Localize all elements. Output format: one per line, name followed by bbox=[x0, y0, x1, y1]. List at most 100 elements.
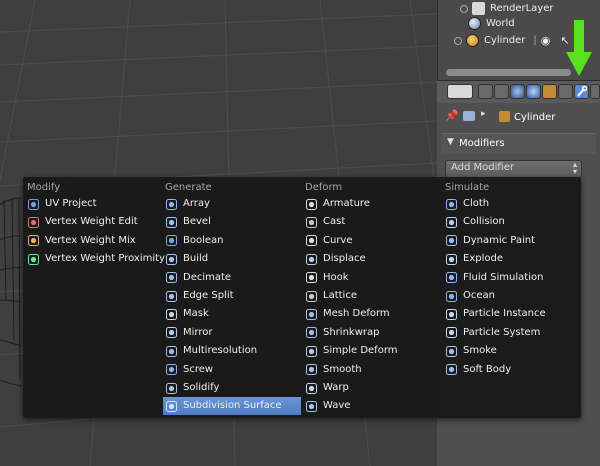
menu-item-boolean[interactable]: Boolean bbox=[163, 232, 301, 250]
menu-item-screw[interactable]: Screw bbox=[163, 361, 301, 379]
object-tab-icon[interactable] bbox=[542, 84, 557, 99]
outliner-item-label: World bbox=[486, 18, 515, 29]
menu-item-particle-system[interactable]: Particle System bbox=[443, 324, 579, 342]
menu-item-label: Boolean bbox=[183, 234, 224, 246]
menu-item-smoke[interactable]: Smoke bbox=[443, 342, 579, 360]
modifiers-panel-header[interactable]: ▼ Modifiers bbox=[441, 133, 596, 154]
menu-item-build[interactable]: Build bbox=[163, 250, 301, 268]
menu-item-simple-deform[interactable]: Simple Deform bbox=[303, 342, 441, 360]
menu-item-label: Armature bbox=[323, 198, 370, 209]
vertex-weight-proximity-icon bbox=[28, 253, 39, 265]
menu-item-dynamic-paint[interactable]: Dynamic Paint bbox=[443, 232, 579, 250]
warp-icon bbox=[306, 382, 317, 394]
menu-item-fluid-simulation[interactable]: Fluid Simulation bbox=[443, 269, 579, 287]
render-layers-tab-icon[interactable] bbox=[494, 84, 509, 99]
menu-item-explode[interactable]: Explode bbox=[443, 250, 579, 268]
pin-icon[interactable]: 📌 bbox=[445, 109, 459, 122]
menu-item-label: Particle System bbox=[463, 326, 541, 338]
menu-item-vertex-weight-edit[interactable]: Vertex Weight Edit bbox=[25, 213, 161, 231]
menu-item-collision[interactable]: Collision bbox=[443, 213, 579, 231]
menu-item-smooth[interactable]: Smooth bbox=[303, 361, 441, 379]
edge-split-icon bbox=[166, 290, 177, 302]
menu-item-label: Vertex Weight Proximity bbox=[45, 253, 165, 265]
menu-item-mirror[interactable]: Mirror bbox=[163, 324, 301, 342]
menu-item-displace[interactable]: Displace bbox=[303, 250, 441, 268]
menu-item-label: UV Project bbox=[45, 198, 97, 209]
menu-item-label: Displace bbox=[323, 253, 366, 265]
constraints-tab-icon[interactable] bbox=[558, 84, 573, 99]
menu-item-label: Bevel bbox=[183, 216, 211, 228]
menu-item-uv-project[interactable]: UV Project bbox=[25, 195, 161, 213]
menu-item-lattice[interactable]: Lattice bbox=[303, 287, 441, 305]
menu-item-label: Lattice bbox=[323, 290, 357, 301]
menu-item-label: Cast bbox=[323, 216, 346, 228]
menu-item-mask[interactable]: Mask bbox=[163, 305, 301, 323]
outliner-item-label: RenderLayer bbox=[490, 3, 554, 14]
menu-item-ocean[interactable]: Ocean bbox=[443, 287, 579, 305]
dropdown-arrows-icon: ▴ ▾ bbox=[572, 160, 577, 176]
smoke-icon bbox=[446, 345, 457, 357]
explode-icon bbox=[446, 253, 457, 265]
menu-item-edge-split[interactable]: Edge Split bbox=[163, 287, 301, 305]
array-icon bbox=[166, 198, 177, 210]
menu-item-label: Multiresolution bbox=[183, 345, 258, 357]
simple-deform-icon bbox=[306, 345, 317, 357]
outliner-item-cylinder[interactable]: Cylinder | ◉ ↖ bbox=[454, 32, 570, 49]
menu-item-label: Shrinkwrap bbox=[323, 326, 380, 338]
menu-item-mesh-deform[interactable]: Mesh Deform bbox=[303, 305, 441, 323]
collapse-icon: ▼ bbox=[447, 137, 454, 147]
modifiers-tab-icon[interactable] bbox=[574, 84, 589, 99]
smooth-icon bbox=[306, 364, 317, 376]
object-icon bbox=[466, 34, 479, 47]
data-tab-icon[interactable] bbox=[590, 84, 600, 99]
multiresolution-icon bbox=[166, 345, 177, 357]
expand-icon[interactable] bbox=[454, 36, 462, 45]
outliner-scrollbar[interactable] bbox=[446, 69, 571, 76]
eye-icon[interactable]: ◉ bbox=[541, 34, 551, 47]
menu-item-multiresolution[interactable]: Multiresolution bbox=[163, 342, 301, 360]
add-modifier-menu: Modify UV Project Vertex Weight Edit Vertex… bbox=[23, 177, 581, 418]
menu-item-soft-body[interactable]: Soft Body bbox=[443, 361, 579, 379]
boolean-icon bbox=[166, 235, 177, 247]
menu-item-cloth[interactable]: Cloth bbox=[443, 195, 579, 213]
menu-item-warp[interactable]: Warp bbox=[303, 379, 441, 397]
menu-item-array[interactable]: Array bbox=[163, 195, 301, 213]
menu-item-shrinkwrap[interactable]: Shrinkwrap bbox=[303, 324, 441, 342]
menu-item-bevel[interactable]: Bevel bbox=[163, 213, 301, 231]
menu-item-particle-instance[interactable]: Particle Instance bbox=[443, 305, 579, 323]
menu-item-hook[interactable]: Hook bbox=[303, 269, 441, 287]
menu-item-label: Fluid Simulation bbox=[463, 271, 544, 283]
expand-icon[interactable] bbox=[460, 4, 468, 13]
menu-item-curve[interactable]: Curve bbox=[303, 232, 441, 250]
menu-item-cast[interactable]: Cast bbox=[303, 213, 441, 231]
render-tab-icon[interactable] bbox=[478, 84, 493, 99]
menu-item-armature[interactable]: Armature bbox=[303, 195, 441, 213]
world-tab-icon[interactable] bbox=[526, 84, 541, 99]
scene-tab-icon[interactable] bbox=[510, 84, 525, 99]
menu-item-decimate[interactable]: Decimate bbox=[163, 269, 301, 287]
menu-item-label: Warp bbox=[323, 382, 349, 393]
object-data-icon bbox=[463, 111, 475, 121]
menu-heading-generate: Generate bbox=[165, 182, 212, 193]
separator-icon: | bbox=[533, 35, 537, 46]
editor-type-icon[interactable] bbox=[447, 84, 473, 99]
menu-item-vertex-weight-mix[interactable]: Vertex Weight Mix bbox=[25, 232, 161, 250]
soft-body-icon bbox=[446, 364, 457, 376]
mask-icon bbox=[166, 308, 177, 320]
menu-item-wave[interactable]: Wave bbox=[303, 397, 441, 415]
outliner-item-world[interactable]: World bbox=[468, 15, 515, 32]
world-icon bbox=[468, 17, 481, 30]
menu-item-subdivision-surface[interactable]: Subdivision Surface bbox=[163, 397, 301, 416]
curve-icon bbox=[306, 235, 317, 247]
shrinkwrap-icon bbox=[306, 327, 317, 339]
menu-item-label: Vertex Weight Mix bbox=[45, 234, 136, 246]
menu-item-vertex-weight-proximity[interactable]: Vertex Weight Proximity bbox=[25, 250, 165, 268]
context-object-label: Cylinder bbox=[514, 112, 556, 123]
add-modifier-dropdown[interactable]: Add Modifier ▴ ▾ bbox=[445, 160, 582, 178]
screw-icon bbox=[166, 364, 177, 376]
mirror-icon bbox=[166, 327, 177, 339]
wave-icon bbox=[306, 400, 317, 412]
render-layer-icon bbox=[472, 2, 485, 15]
menu-item-label: Simple Deform bbox=[323, 345, 398, 357]
menu-item-solidify[interactable]: Solidify bbox=[163, 379, 301, 397]
